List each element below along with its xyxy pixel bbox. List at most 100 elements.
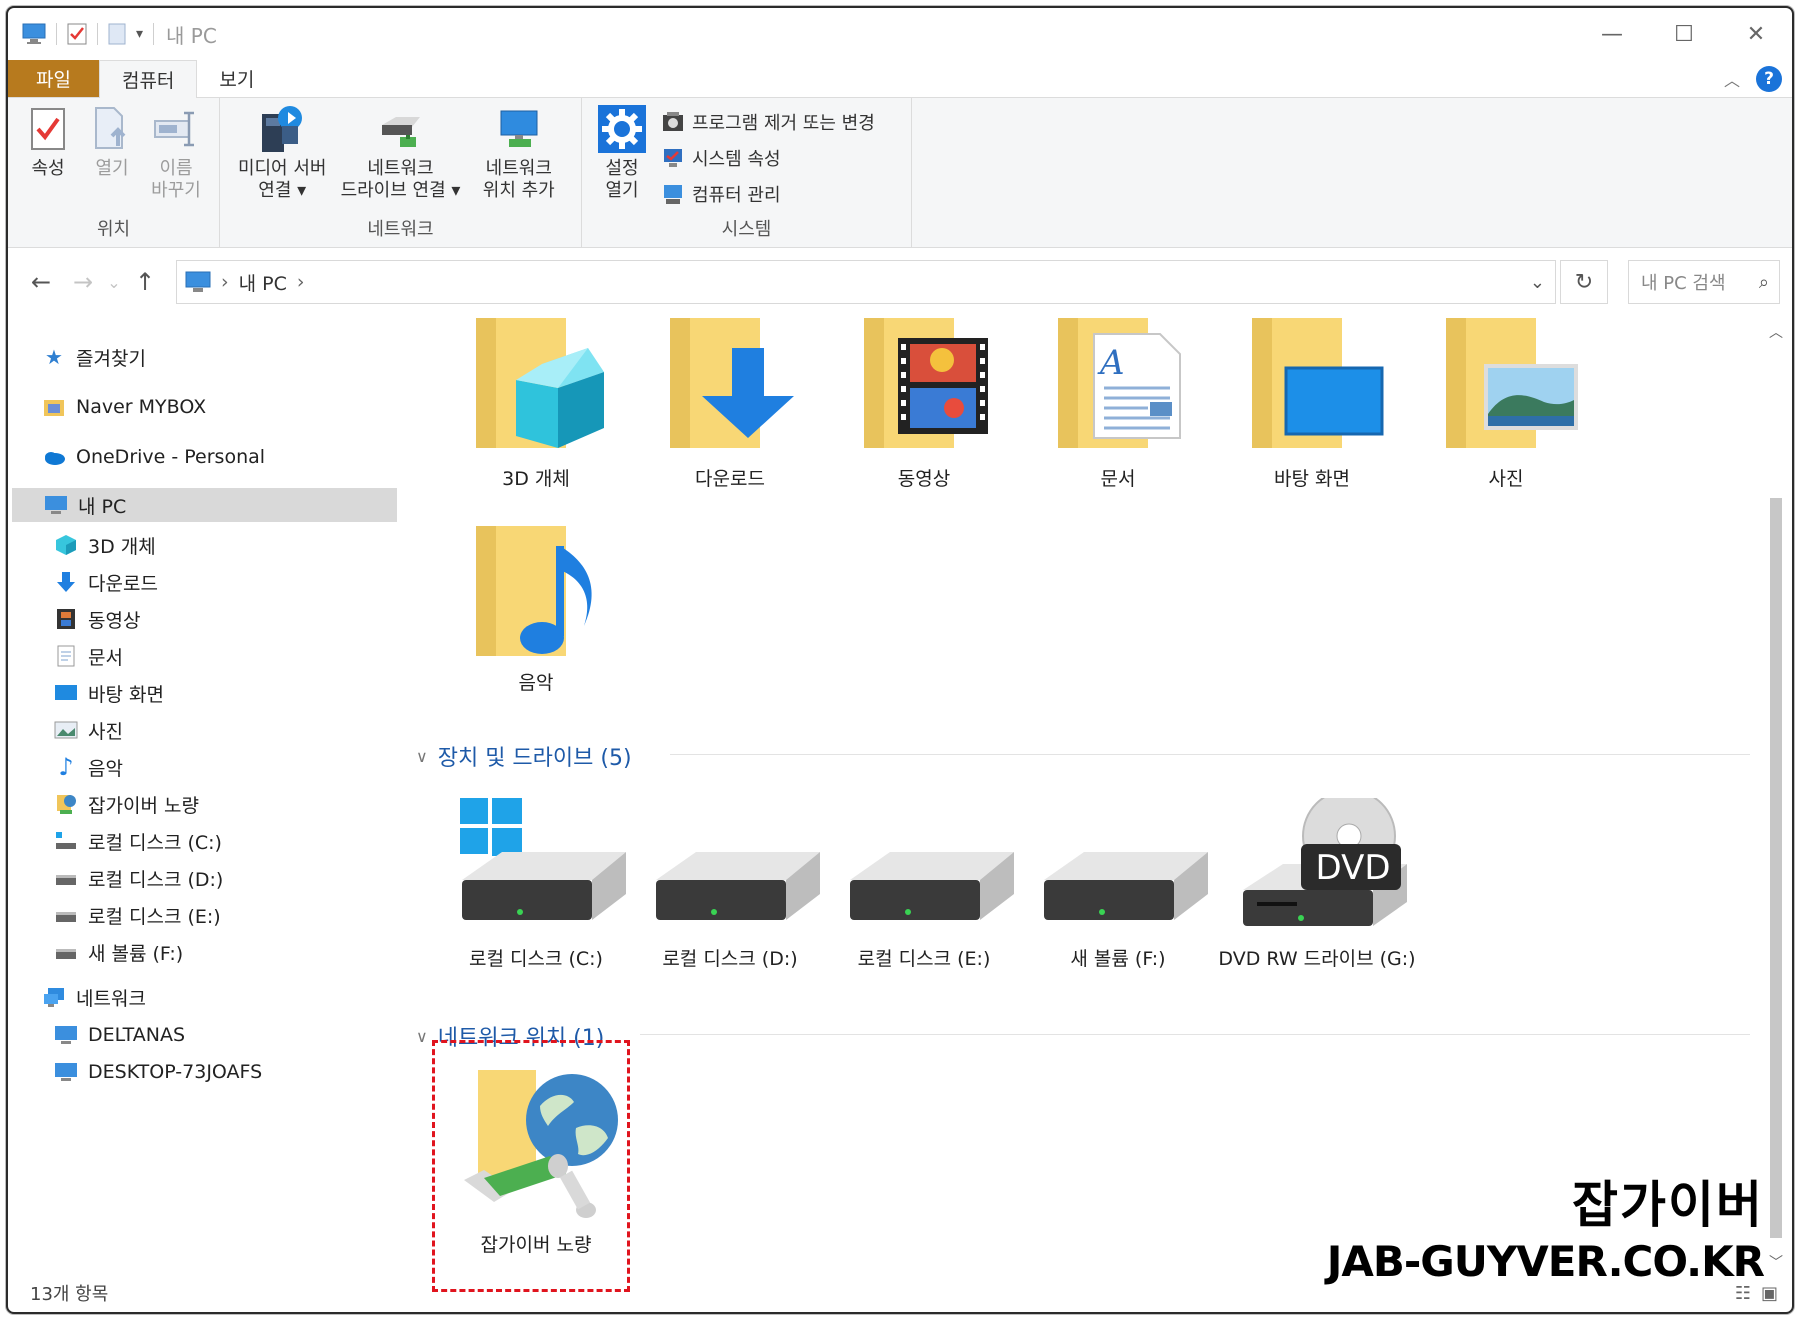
folder-documents[interactable]: A 문서 xyxy=(1018,318,1218,491)
drive-c[interactable]: 로컬 디스크 (C:) xyxy=(436,796,636,971)
tab-computer[interactable]: 컴퓨터 xyxy=(98,60,198,98)
nav-network-location[interactable]: 잡가이버 노량 xyxy=(54,787,199,821)
nav-this-pc[interactable]: 내 PC xyxy=(12,488,397,522)
tab-file[interactable]: 파일 xyxy=(8,60,99,97)
drive-dvd-g[interactable]: DVD DVD RW 드라이브 (G:) xyxy=(1212,789,1422,971)
system-drive-icon xyxy=(56,832,76,849)
customize-qa-chevron-icon[interactable]: ▾ xyxy=(136,26,143,42)
back-arrow-icon[interactable]: ← xyxy=(20,268,62,296)
nav-pictures[interactable]: 사진 xyxy=(54,713,123,747)
scroll-down-chevron-icon[interactable]: ﹀ xyxy=(1769,1252,1783,1272)
close-button[interactable]: ✕ xyxy=(1720,8,1792,60)
nav-downloads[interactable]: 다운로드 xyxy=(54,565,158,599)
computer-management-button[interactable]: 컴퓨터 관리 xyxy=(662,180,875,208)
uninstall-program-button[interactable]: 프로그램 제거 또는 변경 xyxy=(662,108,875,136)
uninstall-icon xyxy=(663,112,683,131)
nav-item-label: 문서 xyxy=(88,646,123,669)
folder-pictures[interactable]: 사진 xyxy=(1406,318,1606,491)
open-label: 열기 xyxy=(95,158,129,179)
map-network-drive-label-2: 드라이브 연결 ▾ xyxy=(340,179,461,201)
folder-desktop-icon xyxy=(1252,318,1384,448)
scroll-up-chevron-icon[interactable]: ︿ xyxy=(1769,322,1783,342)
drive-e[interactable]: 로컬 디스크 (E:) xyxy=(824,798,1024,971)
computer-icon xyxy=(185,271,211,292)
computer-management-label: 컴퓨터 관리 xyxy=(692,185,781,206)
nav-drive-c[interactable]: 로컬 디스크 (C:) xyxy=(54,824,222,858)
open-settings-label-2: 열기 xyxy=(605,179,639,201)
recent-locations-chevron-icon[interactable]: ⌄ xyxy=(104,273,124,292)
add-network-location-label-2: 위치 추가 xyxy=(482,179,555,201)
nav-computer-desktop[interactable]: DESKTOP-73JOAFS xyxy=(54,1055,262,1089)
drive-d[interactable]: 로컬 디스크 (D:) xyxy=(630,798,830,971)
breadcrumb-this-pc[interactable]: 내 PC xyxy=(239,269,287,296)
properties-check-icon[interactable] xyxy=(67,23,87,45)
rename-icon xyxy=(154,111,194,147)
breadcrumb-separator-icon[interactable]: › xyxy=(221,271,229,293)
ribbon-group-network: 미디어 서버 연결 ▾ 네트워크 드라이브 연결 ▾ 네트워크 위치 추가 네트… xyxy=(220,98,582,247)
nav-quick-access[interactable]: ★ 즐겨찾기 xyxy=(42,340,146,374)
nav-music[interactable]: ♪ 음악 xyxy=(54,750,123,784)
drive-label: DVD RW 드라이브 (G:) xyxy=(1218,948,1416,970)
nav-item-label: 바탕 화면 xyxy=(88,683,164,706)
folder-downloads[interactable]: 다운로드 xyxy=(630,318,830,491)
nav-videos[interactable]: 동영상 xyxy=(54,602,140,636)
picture-icon xyxy=(54,721,78,739)
nav-3d-objects[interactable]: 3D 개체 xyxy=(54,528,156,562)
network-icon xyxy=(44,988,64,1007)
folder-videos[interactable]: 동영상 xyxy=(824,318,1024,491)
tab-view[interactable]: 보기 xyxy=(197,60,276,97)
scrollbar-thumb[interactable] xyxy=(1770,498,1782,1238)
watermark-line-1: 잡가이버 xyxy=(1572,1176,1764,1234)
dvd-badge: DVD xyxy=(1315,848,1391,888)
breadcrumb-separator-icon[interactable]: › xyxy=(297,271,305,293)
media-server-icon xyxy=(262,106,303,152)
nav-item-label: 사진 xyxy=(88,720,123,743)
nav-drive-d[interactable]: 로컬 디스크 (D:) xyxy=(54,861,223,895)
nav-desktop[interactable]: 바탕 화면 xyxy=(54,676,164,710)
properties-icon xyxy=(31,108,65,150)
nav-item-label: 3D 개체 xyxy=(88,535,156,558)
add-network-location-label-1: 네트워크 xyxy=(485,158,552,179)
folder-3d-objects[interactable]: 3D 개체 xyxy=(436,318,636,491)
network-drive-icon xyxy=(382,117,421,147)
vertical-scrollbar[interactable]: ︿ ﹀ xyxy=(1768,318,1784,1278)
system-properties-button[interactable]: 시스템 속성 xyxy=(662,144,875,172)
drive-f[interactable]: 새 볼륨 (F:) xyxy=(1018,798,1218,971)
folder-label: 3D 개체 xyxy=(502,468,570,490)
section-header-devices[interactable]: ∨ 장치 및 드라이브 (5) xyxy=(416,740,632,772)
item-count: 13개 항목 xyxy=(30,1284,109,1305)
up-arrow-icon[interactable]: ↑ xyxy=(124,268,166,296)
section-collapse-chevron-icon[interactable]: ∨ xyxy=(416,1027,428,1046)
folder-desktop[interactable]: 바탕 화면 xyxy=(1212,318,1412,491)
folder-music[interactable]: 음악 xyxy=(436,526,636,695)
folder-label: 문서 xyxy=(1100,468,1136,490)
new-folder-icon[interactable] xyxy=(108,23,126,45)
help-icon[interactable]: ? xyxy=(1756,65,1782,92)
ribbon-tabs: 파일 컴퓨터 보기 ︿ ? xyxy=(8,60,1792,98)
nav-item-label: 로컬 디스크 (E:) xyxy=(88,905,221,928)
window-controls: — ☐ ✕ xyxy=(1576,8,1792,60)
forward-arrow-icon[interactable]: → xyxy=(62,268,104,296)
nav-onedrive[interactable]: OneDrive - Personal xyxy=(42,440,265,474)
minimize-button[interactable]: — xyxy=(1576,8,1648,60)
drive-label: 새 볼륨 (F:) xyxy=(1070,948,1166,970)
nav-drive-e[interactable]: 로컬 디스크 (E:) xyxy=(54,898,221,932)
collapse-ribbon-chevron-icon[interactable]: ︿ xyxy=(1724,67,1740,91)
nav-naver-mybox[interactable]: Naver MYBOX xyxy=(42,390,206,424)
search-input[interactable]: 내 PC 검색 ⌕ xyxy=(1628,260,1780,304)
nav-network[interactable]: 네트워크 xyxy=(42,980,146,1014)
address-dropdown-chevron-icon[interactable]: ⌄ xyxy=(1530,272,1545,293)
nav-drive-f[interactable]: 새 볼륨 (F:) xyxy=(54,935,183,969)
address-bar[interactable]: › 내 PC › ⌄ xyxy=(176,260,1556,304)
watermark-line-2: JAB-GUYVER.CO.KR xyxy=(1326,1237,1765,1286)
nav-computer-deltanas[interactable]: DELTANAS xyxy=(54,1018,185,1052)
quick-access-toolbar: ▾ xyxy=(8,23,155,45)
section-collapse-chevron-icon[interactable]: ∨ xyxy=(416,747,428,766)
folder-downloads-icon xyxy=(670,318,794,448)
nav-item-label: 다운로드 xyxy=(88,572,158,595)
refresh-button[interactable]: ↻ xyxy=(1560,260,1608,304)
nav-item-label: 로컬 디스크 (D:) xyxy=(88,868,224,891)
nav-documents[interactable]: 문서 xyxy=(54,639,123,673)
computer-management-icon xyxy=(664,185,682,204)
maximize-button[interactable]: ☐ xyxy=(1648,8,1720,60)
